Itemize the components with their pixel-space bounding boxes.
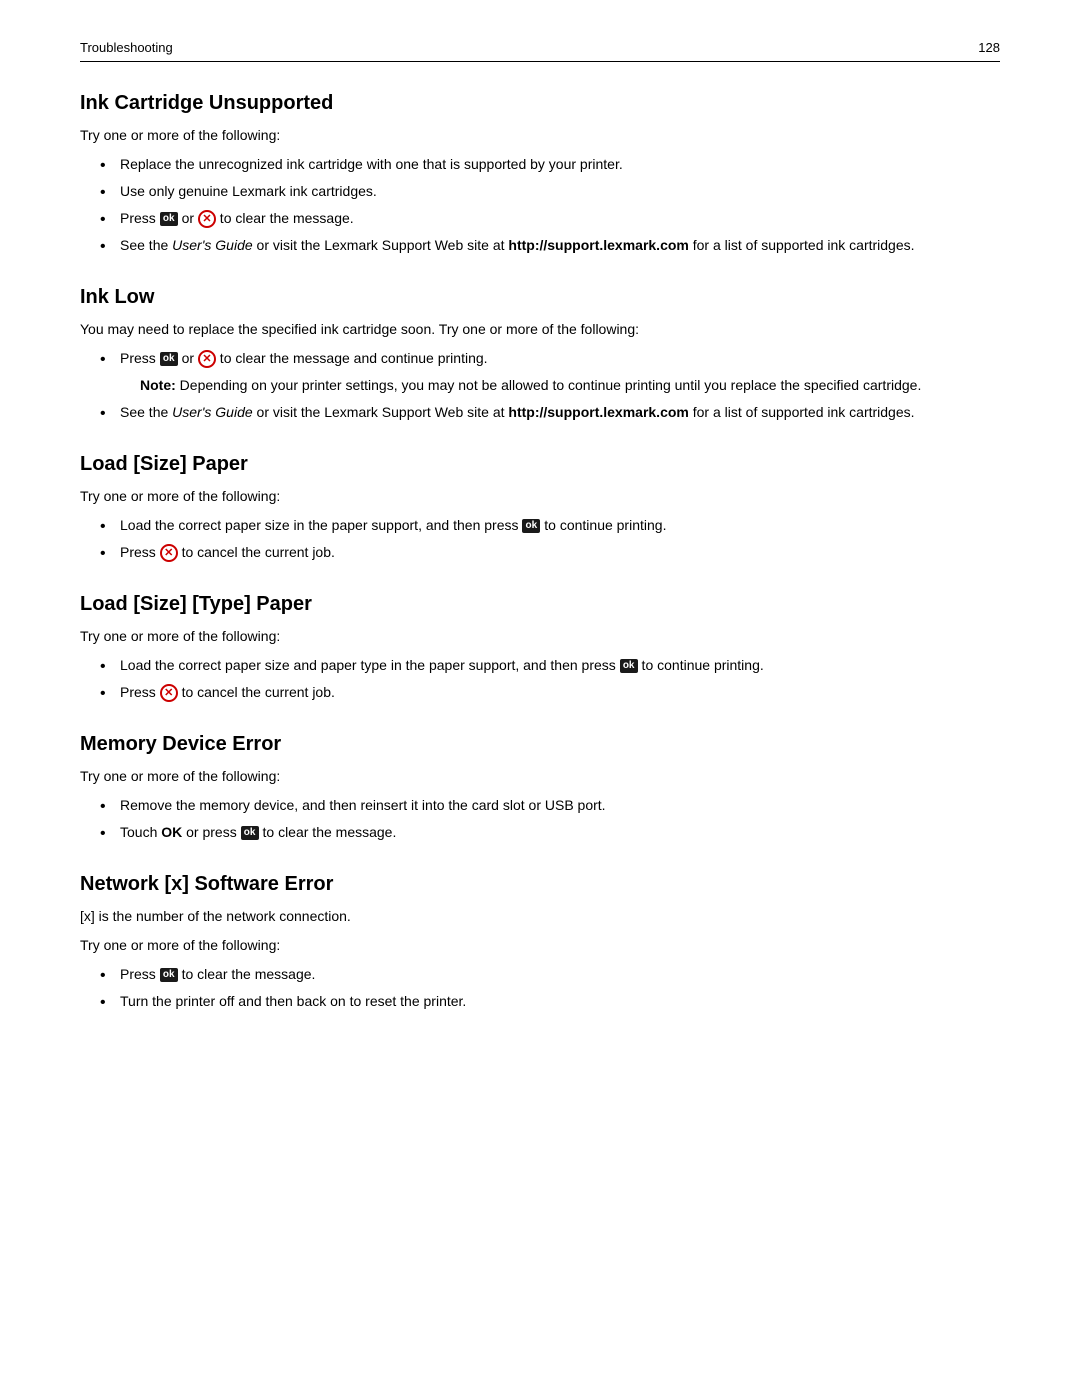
ok-button-icon: ok <box>241 826 259 840</box>
ok-button-icon: ok <box>160 968 178 982</box>
section-ink-low: Ink Low You may need to replace the spec… <box>80 286 1000 423</box>
note-label: Note: <box>140 377 176 393</box>
cancel-icon: ✕ <box>160 684 178 702</box>
header-page-number: 128 <box>978 40 1000 55</box>
section-title-network-software-error: Network [x] Software Error <box>80 873 1000 896</box>
header-section-title: Troubleshooting <box>80 40 173 55</box>
cancel-icon: ✕ <box>198 210 216 228</box>
section-load-size-type-paper: Load [Size] [Type] Paper Try one or more… <box>80 593 1000 703</box>
section-title-load-size-paper: Load [Size] Paper <box>80 453 1000 476</box>
section-title-memory-device-error: Memory Device Error <box>80 733 1000 756</box>
ok-button-icon: ok <box>160 352 178 366</box>
bold-ok-text: OK <box>161 824 182 840</box>
bullet-list: Replace the unrecognized ink cartridge w… <box>100 154 1000 256</box>
section-network-software-error: Network [x] Software Error [x] is the nu… <box>80 873 1000 1012</box>
list-item: Use only genuine Lexmark ink cartridges. <box>100 181 1000 202</box>
ok-button-icon: ok <box>620 659 638 673</box>
cancel-icon: ✕ <box>160 544 178 562</box>
section-intro: Try one or more of the following: <box>80 766 1000 787</box>
section-load-size-paper: Load [Size] Paper Try one or more of the… <box>80 453 1000 563</box>
list-item: Turn the printer off and then back on to… <box>100 991 1000 1012</box>
section-intro: Try one or more of the following: <box>80 486 1000 507</box>
section-x-note: [x] is the number of the network connect… <box>80 906 1000 927</box>
section-title-ink-low: Ink Low <box>80 286 1000 309</box>
bullet-list: Load the correct paper size in the paper… <box>100 515 1000 563</box>
list-item: Remove the memory device, and then reins… <box>100 795 1000 816</box>
header-bar: Troubleshooting 128 <box>80 40 1000 62</box>
ok-button-icon: ok <box>160 212 178 226</box>
section-ink-cartridge-unsupported: Ink Cartridge Unsupported Try one or mor… <box>80 92 1000 256</box>
bullet-list: Load the correct paper size and paper ty… <box>100 655 1000 703</box>
url-link: http://support.lexmark.com <box>508 404 688 420</box>
list-item: Load the correct paper size in the paper… <box>100 515 1000 536</box>
list-item: Press ok to clear the message. <box>100 964 1000 985</box>
section-intro: Try one or more of the following: <box>80 935 1000 956</box>
list-item: See the User's Guide or visit the Lexmar… <box>100 402 1000 423</box>
bullet-list: Press ok to clear the message. Turn the … <box>100 964 1000 1012</box>
section-memory-device-error: Memory Device Error Try one or more of t… <box>80 733 1000 843</box>
list-item: Load the correct paper size and paper ty… <box>100 655 1000 676</box>
section-intro: Try one or more of the following: <box>80 125 1000 146</box>
bullet-list: Press ok or ✕ to clear the message and c… <box>100 348 1000 423</box>
bullet-list: Remove the memory device, and then reins… <box>100 795 1000 843</box>
page: Troubleshooting 128 Ink Cartridge Unsupp… <box>0 0 1080 1397</box>
section-title-ink-cartridge-unsupported: Ink Cartridge Unsupported <box>80 92 1000 115</box>
list-item: Press ✕ to cancel the current job. <box>100 542 1000 563</box>
list-item: Press ok or ✕ to clear the message. <box>100 208 1000 229</box>
section-intro: Try one or more of the following: <box>80 626 1000 647</box>
note-block: Note: Depending on your printer settings… <box>140 375 1000 396</box>
italic-text: User's Guide <box>172 237 252 253</box>
italic-text: User's Guide <box>172 404 252 420</box>
ok-button-icon: ok <box>522 519 540 533</box>
list-item: Replace the unrecognized ink cartridge w… <box>100 154 1000 175</box>
url-link: http://support.lexmark.com <box>508 237 688 253</box>
cancel-icon: ✕ <box>198 350 216 368</box>
section-title-load-size-type-paper: Load [Size] [Type] Paper <box>80 593 1000 616</box>
list-item: Touch OK or press ok to clear the messag… <box>100 822 1000 843</box>
section-intro: You may need to replace the specified in… <box>80 319 1000 340</box>
list-item: Press ok or ✕ to clear the message and c… <box>100 348 1000 396</box>
list-item: Press ✕ to cancel the current job. <box>100 682 1000 703</box>
list-item: See the User's Guide or visit the Lexmar… <box>100 235 1000 256</box>
